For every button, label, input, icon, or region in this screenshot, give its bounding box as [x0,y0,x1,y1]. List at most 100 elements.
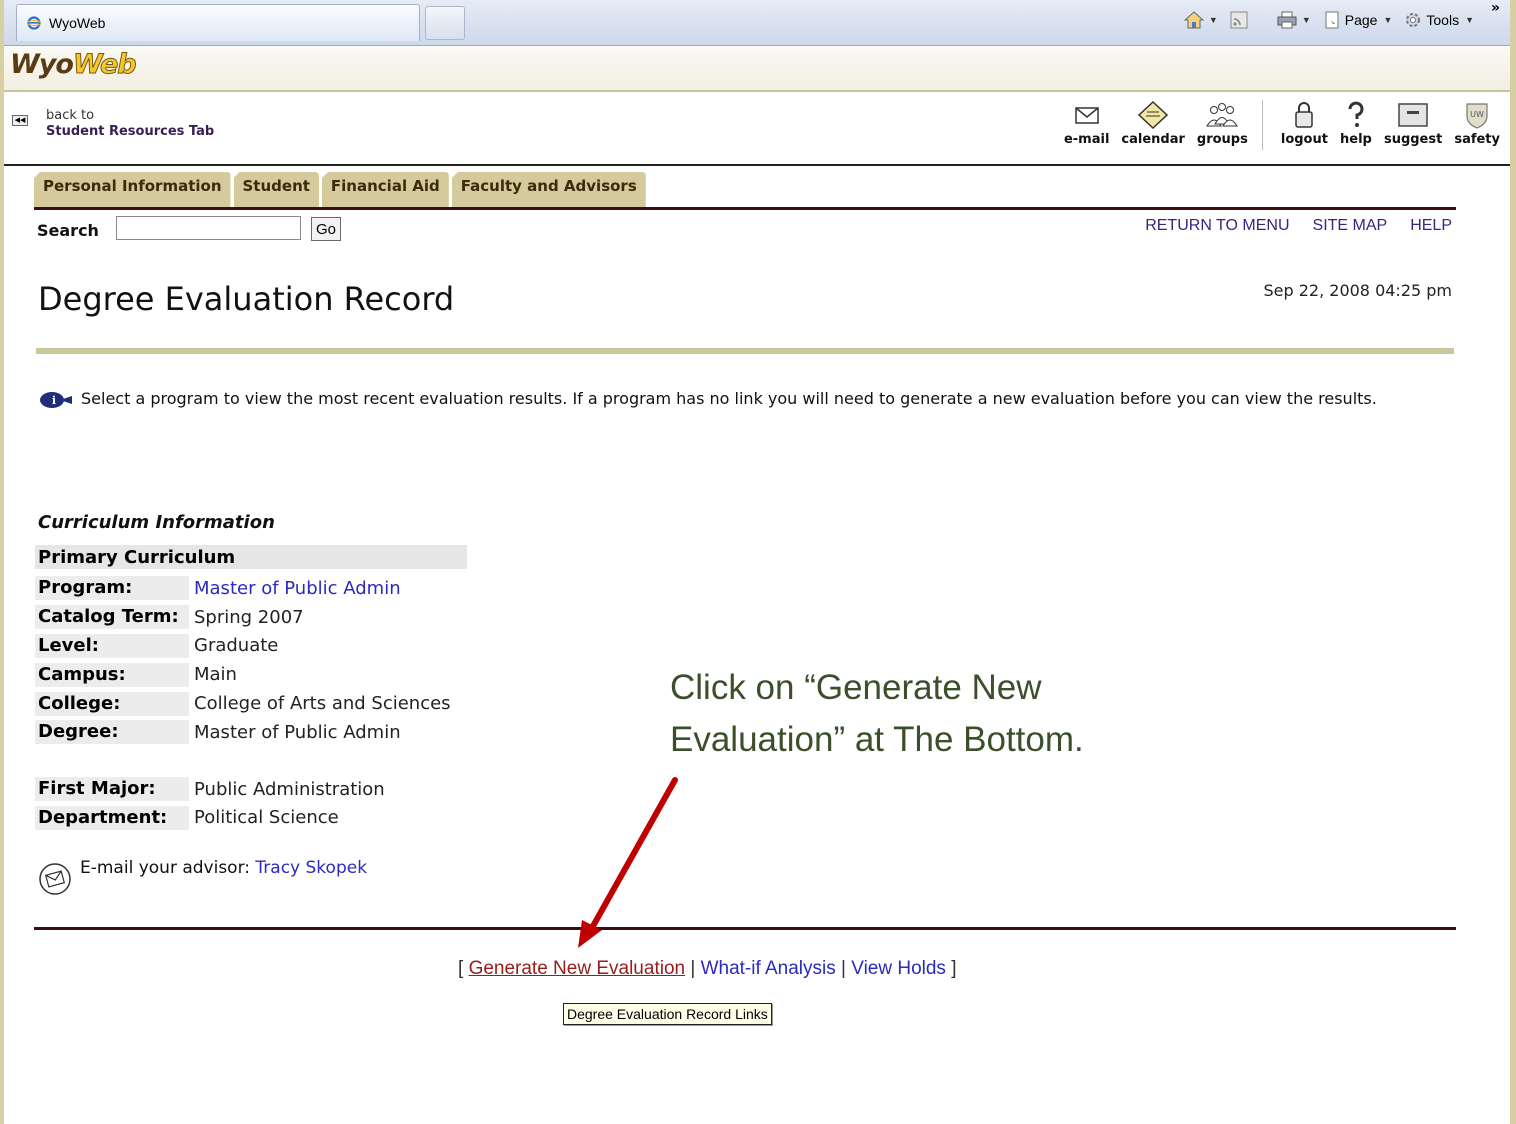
wyoweb-logo[interactable]: WyoWeb [10,49,137,81]
first-major-value: Public Administration [194,778,385,800]
table-row: Level: Graduate [35,632,451,661]
bottom-divider [34,927,1456,930]
svg-text:UW: UW [1470,110,1484,119]
wyoweb-header: WyoWeb [4,46,1510,92]
generate-new-evaluation-link[interactable]: Generate New Evaluation [469,958,686,979]
site-map-link[interactable]: SITE MAP [1313,217,1388,235]
ie-logo-icon [27,16,41,30]
what-if-analysis-link[interactable]: What-if Analysis [701,958,836,979]
command-bar: ▼ ▼ Page ▼ Tools ▼ [1181,8,1482,32]
browser-tab[interactable]: WyoWeb [16,4,420,41]
return-to-menu-link[interactable]: RETURN TO MENU [1145,217,1289,235]
toolbar-overflow-button[interactable]: » [1491,0,1500,16]
table-row: College: College of Arts and Sciences [35,689,451,718]
link-separator: | [685,958,701,979]
bracket-open: [ [458,958,469,979]
primary-curriculum-header: Primary Curriculum [35,545,467,569]
email-circle-icon [39,863,71,895]
tab-student[interactable]: Student [233,172,319,208]
search-label: Search [37,221,99,240]
nav-email[interactable]: e-mail [1064,100,1109,150]
page-title: Degree Evaluation Record [38,280,455,318]
calendar-icon [1138,100,1169,130]
tab-faculty-and-advisors[interactable]: Faculty and Advisors [451,172,646,208]
nav-logout[interactable]: logout [1281,100,1328,150]
groups-icon [1206,103,1239,127]
nav-calendar[interactable]: calendar [1121,100,1185,150]
nav-groups[interactable]: groups [1197,100,1248,150]
help-link[interactable]: HELP [1410,217,1452,235]
program-label: Program: [35,576,189,601]
info-icon: i [40,392,72,408]
lock-icon [1295,102,1314,128]
callout-line-1: Click on “Generate New [670,668,1042,707]
table-row: Program: Master of Public Admin [35,574,451,603]
college-value: College of Arts and Sciences [194,693,451,715]
nav-divider [1261,100,1263,150]
tools-gear-icon [1406,13,1421,27]
page-menu-button[interactable]: Page [1345,12,1378,28]
page-dropdown-icon[interactable]: ▼ [1383,15,1392,25]
bracket-close: ] [945,958,957,979]
degree-value: Master of Public Admin [194,721,401,743]
svg-text:i: i [52,394,56,407]
page-icon [1325,11,1339,29]
slide-frame-left [0,0,4,1124]
advisor-prefix: E-mail your advisor: [80,858,256,878]
curriculum-heading: Curriculum Information [38,512,275,533]
utility-links: RETURN TO MENU SITE MAP HELP [1122,217,1452,235]
tab-financial-aid[interactable]: Financial Aid [321,172,449,208]
link-separator: | [835,958,852,979]
tools-menu-button[interactable]: Tools [1426,12,1459,28]
main-tabs: Personal Information Student Financial A… [34,172,649,208]
nav-safety[interactable]: UW safety [1454,100,1500,150]
nav-icon-group: e-mail calendar groups logout help sugge… [1052,100,1500,150]
home-icon[interactable] [1183,11,1204,29]
slide-frame-right [1510,0,1516,1124]
record-links: [ Generate New Evaluation | What-if Anal… [458,958,957,980]
envelope-icon [1074,107,1099,124]
program-link[interactable]: Master of Public Admin [189,578,401,599]
view-holds-link[interactable]: View Holds [851,958,946,979]
campus-label: Campus: [35,662,189,687]
back-to-label[interactable]: back to [46,108,94,123]
degree-label: Degree: [35,720,189,745]
advisor-name-link[interactable]: Tracy Skopek [255,858,367,878]
timestamp: Sep 22, 2008 04:25 pm [1263,281,1452,300]
back-arrow-icon[interactable]: ◀◀ [12,115,28,126]
curriculum-table: Program: Master of Public Admin Catalog … [35,574,451,832]
tab-personal-information[interactable]: Personal Information [34,172,231,208]
table-row: First Major: Public Administration [35,775,451,804]
home-dropdown-icon[interactable]: ▼ [1209,15,1218,25]
safety-shield-icon: UW [1466,103,1488,129]
title-divider [36,348,1454,354]
go-button[interactable]: Go [311,217,341,241]
suggestion-box-icon [1398,103,1428,127]
department-value: Political Science [194,807,339,829]
new-tab-button[interactable] [425,6,465,40]
info-message: i Select a program to view the most rece… [38,388,1448,410]
level-value: Graduate [194,635,279,657]
table-row: Department: Political Science [35,804,451,833]
catalog-term-value: Spring 2007 [194,606,304,628]
browser-tab-title: WyoWeb [49,15,106,31]
top-navigation: ◀◀ back to Student Resources Tab e-mail … [4,92,1510,166]
instruction-callout: Click on “Generate New Evaluation” at Th… [670,662,1190,766]
search-input[interactable] [116,216,301,240]
feeds-icon[interactable] [1229,11,1249,29]
campus-value: Main [194,664,237,686]
catalog-term-label: Catalog Term: [35,605,189,630]
table-row: Catalog Term: Spring 2007 [35,603,451,632]
callout-line-2: Evaluation” at The Bottom. [670,720,1084,759]
college-label: College: [35,691,189,716]
print-icon[interactable] [1277,11,1297,29]
question-icon [1348,101,1364,127]
nav-help[interactable]: help [1340,100,1372,150]
first-major-label: First Major: [35,777,189,802]
browser-toolbar: WyoWeb ▼ ▼ Page ▼ Tools ▼ » [4,0,1510,46]
nav-suggest[interactable]: suggest [1384,100,1442,150]
table-row: Degree: Master of Public Admin [35,718,451,747]
print-dropdown-icon[interactable]: ▼ [1302,15,1311,25]
student-resources-link[interactable]: Student Resources Tab [46,124,214,139]
tools-dropdown-icon[interactable]: ▼ [1465,15,1474,25]
